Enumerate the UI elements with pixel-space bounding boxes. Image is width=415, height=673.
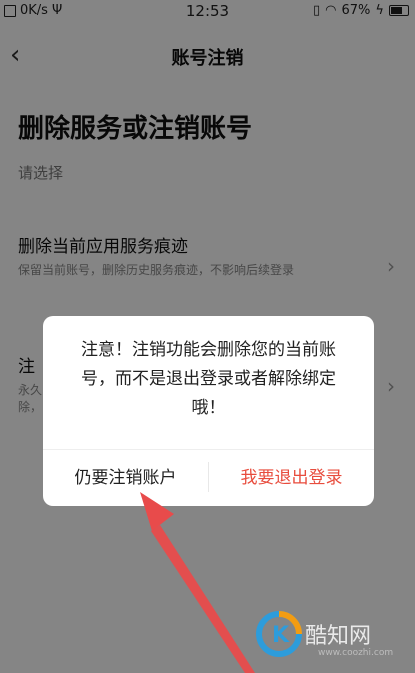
annotation-arrow-icon xyxy=(140,492,255,673)
svg-text:K: K xyxy=(272,623,290,648)
watermark-text: 酷知网 xyxy=(305,624,372,649)
watermark-url: www.coozhi.com xyxy=(318,648,394,658)
watermark-logo-icon: K xyxy=(256,611,302,657)
